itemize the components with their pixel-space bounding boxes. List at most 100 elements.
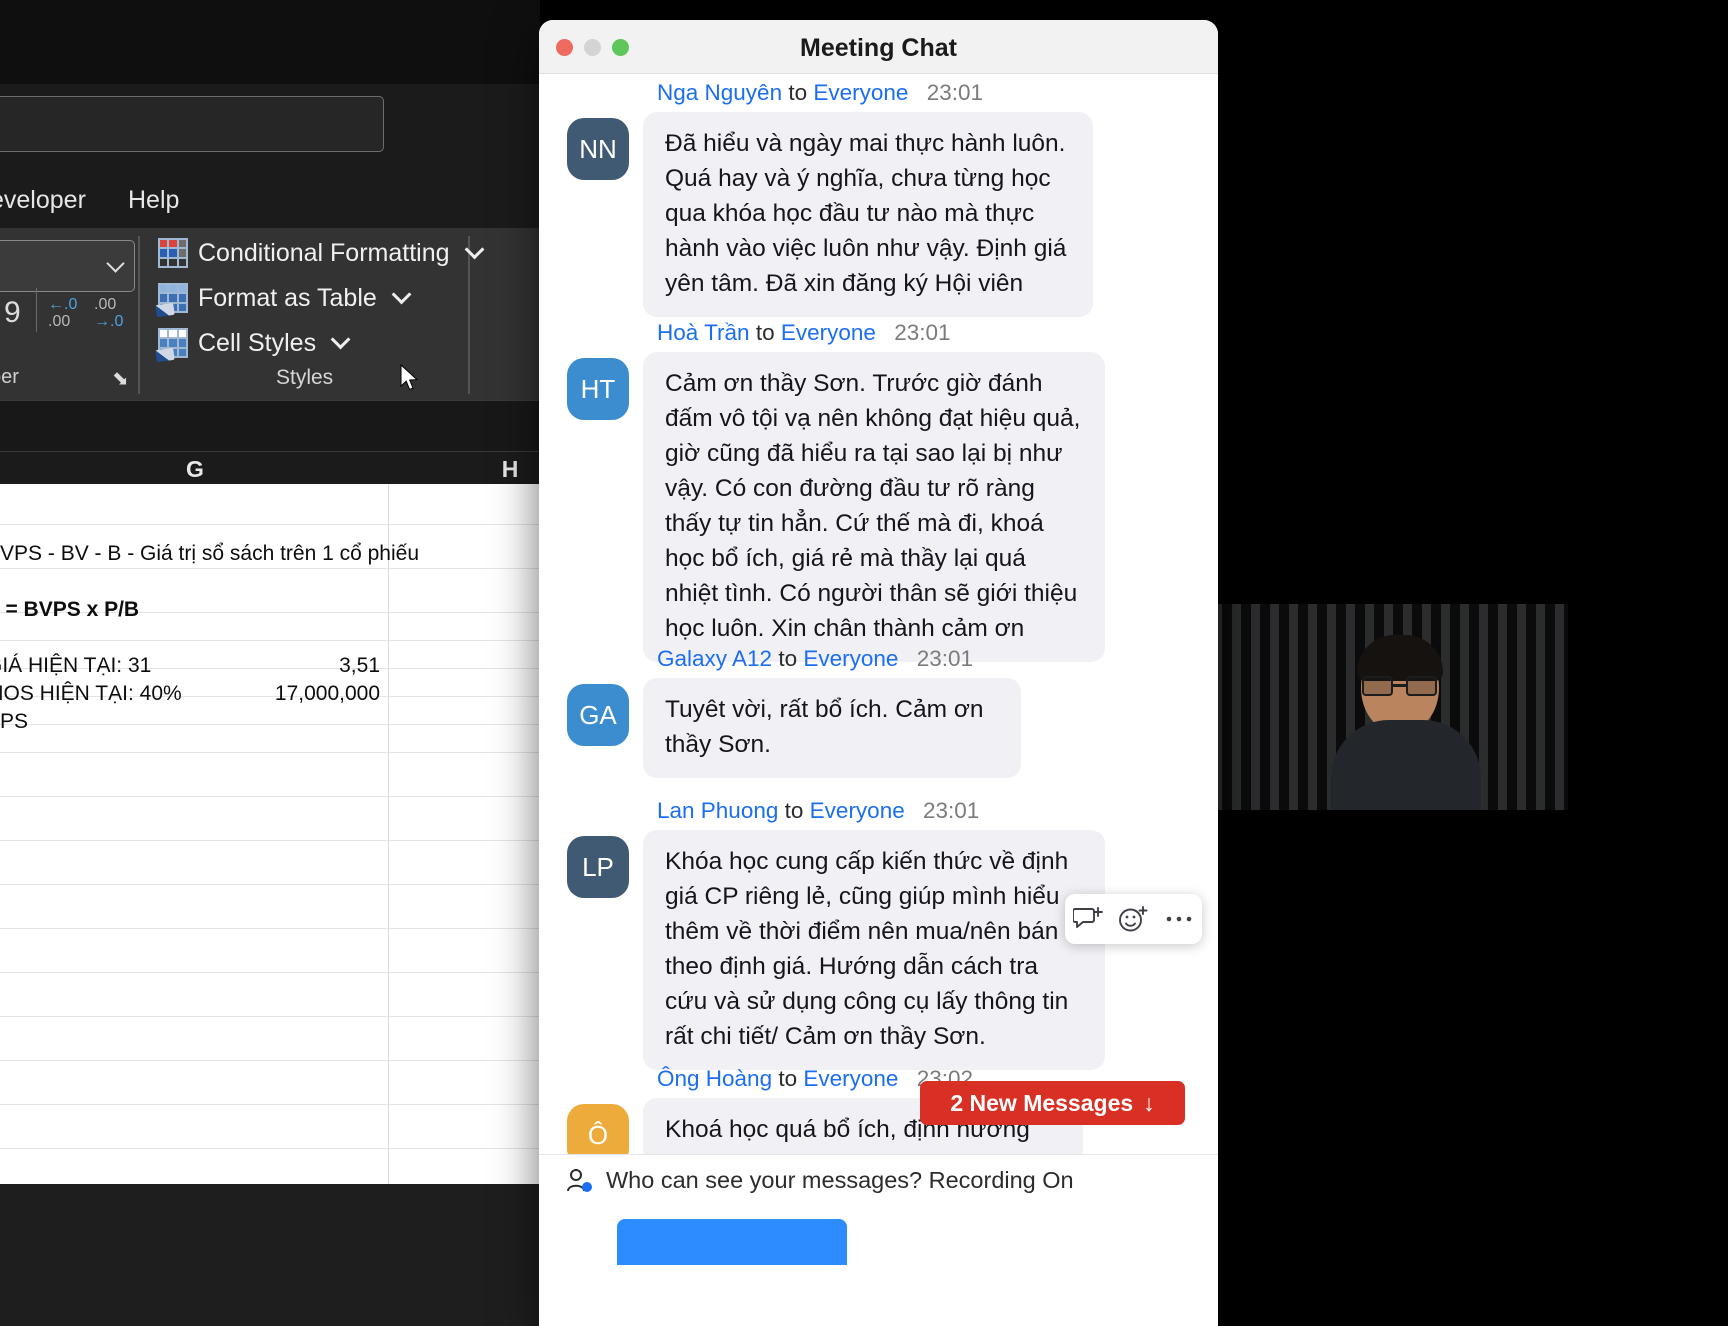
message-to-word: to xyxy=(778,1066,798,1091)
grid-row-line xyxy=(0,752,540,753)
glasses-lens-left xyxy=(1362,676,1393,696)
message-bubble[interactable]: Tuyêt vời, rất bổ ích. Cảm ơn thầy Sơn. xyxy=(643,678,1021,778)
message-bubble[interactable]: Cảm ơn thầy Sơn. Trước giờ đánh đấm vô t… xyxy=(643,352,1105,662)
comma-style-button[interactable]: 9 xyxy=(4,296,21,330)
brush-icon xyxy=(155,302,175,318)
message-header: Lan Phuong to Everyone 23:01 xyxy=(657,798,979,824)
grid-row-line xyxy=(0,796,540,797)
format-as-table-button[interactable]: Format as Table xyxy=(155,283,412,318)
grid-row-line xyxy=(0,1016,540,1017)
increase-decimal-label: .00 xyxy=(94,296,117,313)
excel-window: eveloper Help 9 ←.0 .00 .00 →.0 per ⬊ Co… xyxy=(0,0,540,1326)
message-compose-input[interactable] xyxy=(617,1219,847,1265)
increase-decimal-button[interactable]: .00 →.0 xyxy=(94,296,123,330)
glasses-lens-right xyxy=(1406,676,1437,696)
grid-column-line xyxy=(388,484,389,1184)
reply-icon[interactable] xyxy=(1071,902,1105,936)
message-to-word: to xyxy=(784,798,804,823)
excel-titlebar xyxy=(0,0,540,84)
column-header-h[interactable]: H xyxy=(465,456,540,483)
privacy-notice-label: Who can see your messages? Recording On xyxy=(606,1167,1074,1193)
avatar[interactable]: GA xyxy=(567,684,629,746)
more-options-icon[interactable] xyxy=(1162,902,1196,936)
message-bubble[interactable]: Đã hiểu và ngày mai thực hành luôn. Quá … xyxy=(643,112,1093,317)
avatar[interactable]: Ô xyxy=(567,1104,629,1154)
person-body xyxy=(1331,720,1481,810)
grid-row-line xyxy=(0,972,540,973)
message-header: Hoà Trần to Everyone 23:01 xyxy=(657,320,951,346)
message-sender[interactable]: Lan Phuong xyxy=(657,798,778,823)
avatar[interactable]: LP xyxy=(567,836,629,898)
grid-row-line xyxy=(0,1148,540,1149)
message-recipient[interactable]: Everyone xyxy=(803,1066,898,1091)
brush-icon xyxy=(155,347,175,363)
cell-g-current-price: GIÁ HIỆN TẠI: 31 xyxy=(0,654,152,677)
decrease-decimal-label: .00 xyxy=(48,313,71,330)
message-to-word: to xyxy=(778,646,798,671)
grid-row-line xyxy=(0,884,540,885)
chat-message-list[interactable]: Nga Nguyên to Everyone 23:01 NN Đã hiểu … xyxy=(539,74,1218,1154)
cell-styles-button[interactable]: Cell Styles xyxy=(155,328,351,363)
grid-row-line xyxy=(0,640,540,641)
excel-grid[interactable]: BVPS - BV - B - Giá trị sổ sách trên 1 c… xyxy=(0,484,540,1184)
message-recipient[interactable]: Everyone xyxy=(803,646,898,671)
new-messages-button[interactable]: 2 New Messages ↓ xyxy=(920,1081,1185,1125)
message-bubble[interactable]: Khóa học cung cấp kiến thức về định giá … xyxy=(643,830,1105,1070)
cell-g-bvps-label: BVPS - BV - B - Giá trị sổ sách trên 1 c… xyxy=(0,542,420,565)
avatar[interactable]: HT xyxy=(567,358,629,420)
menu-item-help[interactable]: Help xyxy=(128,186,179,215)
conditional-formatting-label: Conditional Formatting xyxy=(198,238,450,267)
message-sender[interactable]: Hoà Trần xyxy=(657,320,750,345)
column-header-g[interactable]: G xyxy=(150,456,240,483)
number-dialog-launcher-icon[interactable]: ⬊ xyxy=(112,366,129,391)
cell-g-formula: P = BVPS x P/B xyxy=(0,598,140,621)
privacy-notice[interactable]: Who can see your messages? Recording On xyxy=(566,1167,1074,1194)
grid-row-line xyxy=(0,568,540,569)
message-recipient[interactable]: Everyone xyxy=(781,320,876,345)
mouse-cursor-icon xyxy=(400,364,419,391)
participant-video-tile[interactable] xyxy=(1213,604,1568,810)
desktop-background: eveloper Help 9 ←.0 .00 .00 →.0 per ⬊ Co… xyxy=(0,0,1728,1326)
chat-footer: Who can see your messages? Recording On xyxy=(539,1154,1218,1326)
grid-row-line xyxy=(0,724,540,725)
avatar xyxy=(1331,635,1481,810)
excel-statusbar: ⋮ ◀ xyxy=(0,1184,540,1326)
decrease-decimal-arrow: ←.0 xyxy=(48,296,78,313)
grid-row-line xyxy=(0,1060,540,1061)
glasses-icon xyxy=(1361,676,1439,696)
grid-row-line xyxy=(0,524,540,525)
new-messages-label: 2 New Messages xyxy=(950,1089,1134,1116)
message-timestamp: 23:01 xyxy=(894,320,951,345)
cell-h-value-1: 3,51 xyxy=(339,654,380,677)
conditional-formatting-button[interactable]: Conditional Formatting xyxy=(158,238,484,268)
message-sender[interactable]: Nga Nguyên xyxy=(657,80,782,105)
increase-decimal-arrow: →.0 xyxy=(94,313,124,330)
message-to-word: to xyxy=(788,80,808,105)
message-hover-toolbar[interactable] xyxy=(1065,894,1202,944)
styles-group-label: Styles xyxy=(276,366,334,389)
grid-row-line xyxy=(0,1104,540,1105)
excel-column-headers xyxy=(0,452,540,936)
message-header: Nga Nguyên to Everyone 23:01 xyxy=(657,80,983,106)
message-to-word: to xyxy=(755,320,775,345)
person-eye-icon xyxy=(567,1168,592,1192)
message-sender[interactable]: Ông Hoàng xyxy=(657,1066,772,1091)
message-timestamp: 23:01 xyxy=(916,646,974,671)
chevron-down-icon xyxy=(106,254,125,273)
excel-formula-bar[interactable] xyxy=(0,400,540,452)
excel-name-box[interactable] xyxy=(0,96,384,152)
message-recipient[interactable]: Everyone xyxy=(810,798,905,823)
meeting-chat-window[interactable]: Meeting Chat Nga Nguyên to Everyone 23:0… xyxy=(539,20,1218,1326)
person-hair xyxy=(1357,635,1443,681)
emoji-reaction-icon[interactable] xyxy=(1116,902,1150,936)
message-header: Galaxy A12 to Everyone 23:01 xyxy=(657,646,973,672)
number-format-select[interactable] xyxy=(0,240,135,292)
message-recipient[interactable]: Everyone xyxy=(813,80,908,105)
avatar[interactable]: NN xyxy=(567,118,629,180)
menu-item-developer[interactable]: eveloper xyxy=(0,186,86,215)
glasses-bridge xyxy=(1393,684,1406,687)
cell-styles-label: Cell Styles xyxy=(198,328,317,357)
cell-g-current-mos: MOS HIỆN TẠI: 40% xyxy=(0,682,182,705)
decrease-decimal-button[interactable]: ←.0 .00 xyxy=(48,296,77,330)
message-sender[interactable]: Galaxy A12 xyxy=(657,646,772,671)
